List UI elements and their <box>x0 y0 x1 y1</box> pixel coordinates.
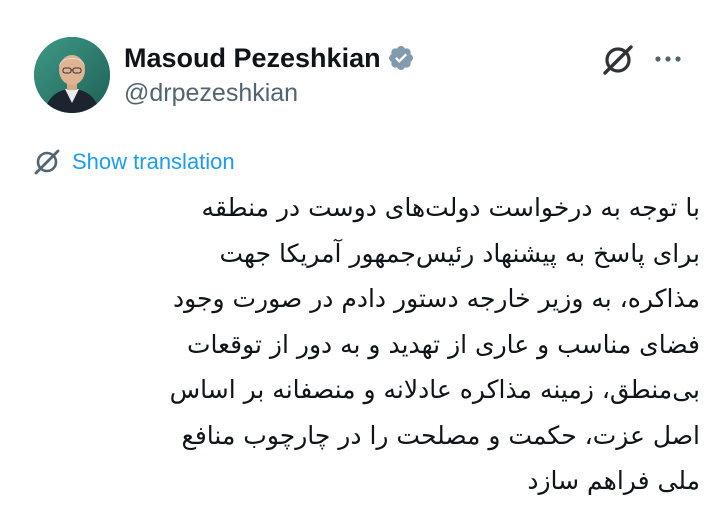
author-display-name[interactable]: Masoud Pezeshkian <box>124 44 381 72</box>
grok-icon[interactable] <box>600 42 636 78</box>
show-translation-link[interactable]: Show translation <box>32 147 235 177</box>
author-name-row: Masoud Pezeshkian <box>124 44 415 72</box>
tweet-text-line: ملی فراهم سازد <box>527 466 700 495</box>
tweet-text-line: مذاکره، به وزیر خارجه دستور دادم در صورت… <box>173 284 700 313</box>
more-options-icon[interactable] <box>650 46 686 72</box>
tweet-text-line: برای پاسخ به پیشنهاد رئیس‌جمهور آمریکا ج… <box>219 238 701 268</box>
tweet-text-line: بی‌منطق، زمینه مذاکره عادلانه و منصفانه … <box>169 375 700 404</box>
tweet-card: Masoud Pezeshkian @drpezeshkian Show tra… <box>0 0 720 512</box>
verified-badge-icon[interactable] <box>387 44 415 72</box>
tweet-text-line: با توجه به درخواست دولت‌های دوست در منطق… <box>201 193 700 222</box>
translate-icon <box>32 147 62 177</box>
tweet-text-line: فضای مناسب و عاری از تهدید و به دور از ت… <box>186 329 700 359</box>
tweet-text-line: اصل عزت، حکمت و مصلحت را در چارچوب منافع <box>181 420 700 450</box>
avatar[interactable] <box>34 37 110 113</box>
avatar-portrait <box>34 37 110 113</box>
author-handle[interactable]: @drpezeshkian <box>124 81 298 106</box>
tweet-text: با توجه به درخواست دولت‌های دوست در منطق… <box>40 185 700 504</box>
show-translation-label[interactable]: Show translation <box>72 151 235 173</box>
